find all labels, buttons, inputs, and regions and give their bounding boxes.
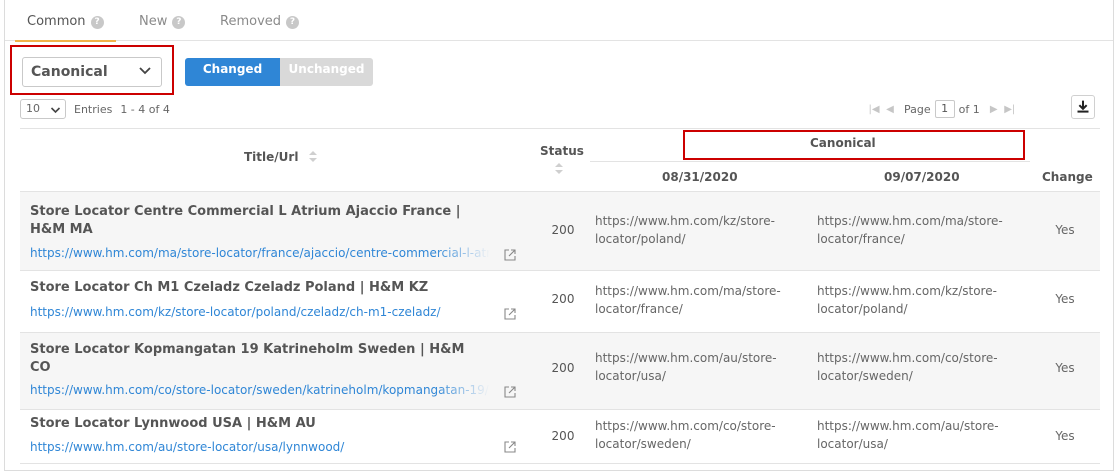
- row-canonical-date-1: https://www.hm.com/au/store-locator/usa/: [595, 351, 777, 383]
- row-title: Store Locator Lynnwood USA | H&M AU: [30, 416, 316, 431]
- tab-common[interactable]: Common?: [15, 0, 116, 42]
- changed-button[interactable]: Changed: [185, 58, 280, 86]
- row-change: Yes: [1055, 223, 1075, 237]
- column-change: Change: [1042, 170, 1093, 184]
- row-canonical-date-2: https://www.hm.com/co/store-locator/swed…: [817, 351, 998, 383]
- pagination: |◀ ◀ Page 1 of 1 ▶ ▶|: [866, 99, 1018, 119]
- row-status: 200: [551, 292, 575, 306]
- row-canonical-date-2: https://www.hm.com/kz/store-locator/pola…: [817, 284, 997, 316]
- help-icon[interactable]: ?: [286, 16, 300, 29]
- row-title: Store Locator Ch M1 Czeladz Czeladz Pola…: [30, 280, 429, 295]
- tab-removed[interactable]: Removed?: [208, 0, 311, 41]
- sort-icon: [555, 163, 563, 174]
- page-size-select[interactable]: 10: [20, 99, 66, 119]
- row-change: Yes: [1055, 361, 1075, 375]
- row-status: 200: [551, 429, 575, 443]
- row-title: Store Locator Kopmangatan 19 Katrineholm…: [30, 342, 465, 375]
- page-of-label: of 1: [958, 102, 980, 116]
- row-status: 200: [551, 223, 575, 237]
- column-status-label: Status: [540, 144, 584, 158]
- tab-removed-label: Removed: [220, 14, 282, 29]
- row-canonical-date-1: https://www.hm.com/co/store-locator/swed…: [595, 419, 776, 451]
- row-title: Store Locator Centre Commercial L Atrium…: [30, 204, 461, 237]
- download-button[interactable]: [1071, 95, 1095, 119]
- canonical-highlight: [683, 130, 1025, 160]
- row-canonical-date-2: https://www.hm.com/au/store-locator/usa/: [817, 419, 999, 451]
- table-bottom-border: [20, 463, 1100, 464]
- row-canonical-date-1: https://www.hm.com/ma/store-locator/fran…: [595, 284, 781, 316]
- unchanged-button[interactable]: Unchanged: [280, 58, 373, 86]
- row-status: 200: [551, 361, 575, 375]
- help-icon[interactable]: ?: [90, 16, 104, 29]
- last-page-icon[interactable]: ▶|: [1002, 104, 1018, 115]
- download-icon: [1077, 100, 1089, 113]
- prev-page-icon[interactable]: ◀: [882, 104, 898, 115]
- column-date-1: 08/31/2020: [662, 170, 738, 184]
- entries-control: 10 Entries 1 - 4 of 4: [20, 98, 170, 120]
- external-link-icon[interactable]: [503, 385, 517, 399]
- table-row: Store Locator Kopmangatan 19 Katrineholm…: [20, 332, 1100, 409]
- external-link-icon[interactable]: [503, 307, 517, 321]
- page-label: Page: [904, 102, 931, 116]
- next-page-icon[interactable]: ▶: [986, 104, 1002, 115]
- filter-highlight: Canonical: [10, 45, 174, 95]
- tab-new[interactable]: New?: [127, 0, 197, 41]
- chevron-down-icon: [139, 67, 151, 75]
- field-select[interactable]: Canonical: [22, 57, 162, 87]
- tab-new-label: New: [139, 14, 168, 29]
- column-status[interactable]: Status: [540, 144, 584, 158]
- page-size-value: 10: [26, 102, 40, 115]
- row-url-link[interactable]: https://www.hm.com/kz/store-locator/pola…: [30, 305, 490, 319]
- row-change: Yes: [1055, 292, 1075, 306]
- column-title-url[interactable]: Title/Url: [244, 150, 317, 164]
- help-icon[interactable]: ?: [172, 16, 186, 29]
- column-title-url-label: Title/Url: [244, 150, 299, 164]
- table-row: Store Locator Ch M1 Czeladz Czeladz Pola…: [20, 270, 1100, 332]
- page-input[interactable]: 1: [934, 100, 955, 118]
- changed-toggle: Changed Unchanged: [185, 58, 373, 86]
- column-date-2: 09/07/2020: [884, 170, 960, 184]
- external-link-icon[interactable]: [503, 248, 517, 262]
- tab-common-label: Common: [27, 14, 86, 29]
- header-divider: [590, 161, 1030, 162]
- field-select-value: Canonical: [31, 64, 108, 80]
- row-url-link[interactable]: https://www.hm.com/au/store-locator/usa/…: [30, 440, 490, 454]
- entries-range: 1 - 4 of 4: [120, 102, 170, 116]
- chevron-down-icon: [50, 107, 61, 114]
- table-row: Store Locator Centre Commercial L Atrium…: [20, 191, 1100, 270]
- row-url-link[interactable]: https://www.hm.com/co/store-locator/swed…: [30, 383, 490, 397]
- tab-bar: Common? New? Removed?: [5, 0, 1113, 42]
- row-change: Yes: [1055, 429, 1075, 443]
- sort-icon: [308, 151, 317, 162]
- row-canonical-date-1: https://www.hm.com/kz/store-locator/pola…: [595, 214, 775, 246]
- first-page-icon[interactable]: |◀: [866, 104, 882, 115]
- table-row: Store Locator Lynnwood USA | H&M AU http…: [20, 409, 1100, 463]
- row-canonical-date-2: https://www.hm.com/ma/store-locator/fran…: [817, 214, 1003, 246]
- external-link-icon[interactable]: [503, 440, 517, 454]
- row-url-link[interactable]: https://www.hm.com/ma/store-locator/fran…: [30, 246, 490, 260]
- entries-label: Entries: [74, 102, 113, 116]
